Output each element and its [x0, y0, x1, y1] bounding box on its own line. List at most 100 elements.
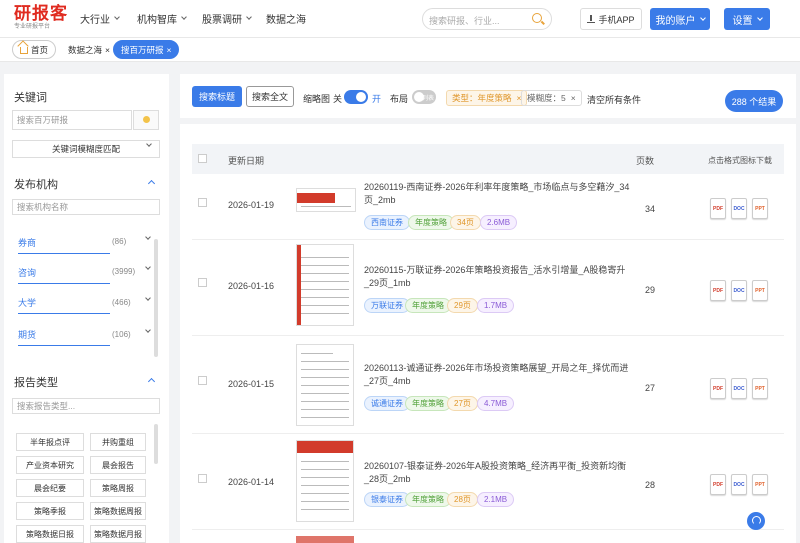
clear-filters-link[interactable]: 清空所有条件	[587, 93, 641, 106]
keyword-title: 关键词	[14, 92, 47, 104]
ppt-icon[interactable]: PPT	[752, 280, 768, 301]
report-thumbnail[interactable]	[296, 440, 354, 522]
row-checkbox[interactable]	[198, 198, 207, 207]
account-button[interactable]: 我的账户	[650, 8, 710, 30]
report-thumbnail[interactable]	[296, 244, 354, 326]
type-scrollbar[interactable]	[154, 424, 158, 464]
type-item[interactable]: 并购重组	[90, 433, 146, 451]
tab-data-sea[interactable]: 数据之海 ×	[60, 40, 118, 59]
chevron-down-icon[interactable]	[145, 327, 151, 333]
ppt-icon[interactable]: PPT	[752, 198, 768, 219]
layout-toggle[interactable]: 列表	[412, 90, 436, 104]
type-item[interactable]: 策略数据日报	[16, 525, 84, 543]
home-icon	[20, 47, 28, 54]
doc-icon[interactable]: DOC	[731, 474, 747, 495]
type-item[interactable]: 半年报点评	[16, 433, 84, 451]
row-checkbox[interactable]	[198, 278, 207, 287]
match-mode-select[interactable]: 关键词模糊度匹配	[12, 140, 160, 158]
nav-data-sea[interactable]: 数据之海	[266, 11, 306, 26]
mobile-app-button[interactable]: 手机APP	[580, 8, 642, 30]
doc-icon[interactable]: DOC	[731, 280, 747, 301]
type-item[interactable]: 晨会报告	[90, 456, 146, 474]
chevron-down-icon	[699, 14, 706, 21]
chevron-up-icon[interactable]	[147, 179, 156, 188]
type-item[interactable]: 策略数据周报	[90, 502, 146, 520]
search-input[interactable]: 搜索研报、行业...	[422, 8, 552, 30]
lightbulb-icon[interactable]	[133, 110, 159, 130]
table-row[interactable]: 2026-01-14 20260107-银泰证券-2026年A股投资策略_经济再…	[192, 434, 784, 530]
type-item[interactable]: 晨会纪要	[16, 479, 84, 497]
filter-bar: 搜索标题 搜索全文 缩略图 关 开 布局 列表 类型：年度策略 × 模糊度：5 × …	[180, 74, 796, 124]
pdf-icon[interactable]: PDF	[710, 474, 726, 495]
result-count-badge: 288 个结果	[725, 90, 783, 112]
report-title[interactable]: 20260107-银泰证券-2026年A股投资策略_经济再平衡_投资新均衡_28…	[364, 460, 634, 486]
chevron-down-icon	[114, 14, 120, 20]
table-row[interactable]	[192, 530, 784, 543]
chevron-down-icon[interactable]	[145, 234, 151, 240]
chevron-down-icon[interactable]	[145, 264, 151, 270]
org-item-broker[interactable]: 券商	[18, 236, 110, 254]
ppt-icon[interactable]: PPT	[752, 378, 768, 399]
chevron-up-icon[interactable]	[147, 377, 156, 386]
chevron-down-icon	[756, 14, 763, 21]
filter-sidebar: 关键词 搜索百万研报 关键词模糊度匹配 发布机构 搜索机构名称 券商 (86) …	[4, 74, 169, 543]
keyword-input[interactable]: 搜索百万研报	[12, 110, 132, 130]
org-scrollbar[interactable]	[154, 239, 158, 357]
type-item[interactable]: 产业资本研究	[16, 456, 84, 474]
type-search-input[interactable]: 搜索报告类型...	[12, 398, 160, 414]
report-title[interactable]: 20260113-诚通证券-2026年市场投资策略展望_开局之年_择优而进_27…	[364, 362, 634, 388]
chevron-down-icon[interactable]	[145, 295, 151, 301]
row-checkbox[interactable]	[198, 474, 207, 483]
fuzzy-filter-chip[interactable]: 模糊度：5 ×	[521, 90, 582, 106]
chevron-down-icon	[246, 14, 252, 20]
org-title: 发布机构	[14, 179, 58, 191]
tab-bar: 首页 数据之海 × 搜百万研报 ×	[0, 38, 800, 62]
nav-stock-research[interactable]: 股票调研	[202, 11, 252, 26]
close-icon[interactable]: ×	[105, 45, 110, 55]
type-filter-chip[interactable]: 类型：年度策略 ×	[446, 90, 528, 106]
org-item-consult[interactable]: 咨询	[18, 266, 110, 284]
report-title[interactable]: 20260115-万联证券-2026年策略投资报告_活水引增量_A股稳寄升_29…	[364, 264, 634, 290]
type-item[interactable]: 策略周报	[90, 479, 146, 497]
customer-service-icon[interactable]	[747, 512, 765, 530]
close-icon[interactable]: ×	[167, 45, 172, 55]
table-row[interactable]: 2026-01-19 20260119-西南证券-2026年利率年度策略_市场临…	[192, 174, 784, 240]
nav-industry[interactable]: 大行业	[80, 11, 120, 26]
top-header: 研报客 专业研报平台 大行业 机构智库 股票调研 数据之海 搜索研报、行业...…	[0, 0, 800, 38]
doc-icon[interactable]: DOC	[731, 378, 747, 399]
download-icon	[587, 15, 596, 23]
search-fulltext-button[interactable]: 搜索全文	[246, 86, 294, 107]
report-thumbnail[interactable]	[296, 536, 354, 543]
org-item-university[interactable]: 大学	[18, 296, 110, 314]
chevron-down-icon	[181, 14, 187, 20]
nav-institution[interactable]: 机构智库	[137, 11, 187, 26]
close-icon[interactable]: ×	[571, 93, 576, 103]
chevron-down-icon	[146, 141, 152, 147]
logo[interactable]: 研报客 专业研报平台	[14, 4, 68, 31]
tab-home[interactable]: 首页	[12, 40, 57, 59]
pdf-icon[interactable]: PDF	[710, 198, 726, 219]
table-row[interactable]: 2026-01-15 20260113-诚通证券-2026年市场投资策略展望_开…	[192, 336, 784, 434]
report-thumbnail[interactable]	[296, 188, 356, 212]
settings-button[interactable]: 设置	[724, 8, 770, 30]
org-search-input[interactable]: 搜索机构名称	[12, 199, 160, 215]
thumbnail-toggle[interactable]	[344, 90, 368, 104]
results-panel: 搜索标题 搜索全文 缩略图 关 开 布局 列表 类型：年度策略 × 模糊度：5 × …	[180, 74, 796, 543]
ppt-icon[interactable]: PPT	[752, 474, 768, 495]
org-item-futures[interactable]: 期货	[18, 328, 110, 346]
search-icon[interactable]	[532, 13, 542, 23]
type-item[interactable]: 策略季报	[16, 502, 84, 520]
row-checkbox[interactable]	[198, 376, 207, 385]
report-thumbnail[interactable]	[296, 344, 354, 426]
table-header: 更新日期 页数 点击格式图标下载	[192, 144, 784, 174]
pdf-icon[interactable]: PDF	[710, 378, 726, 399]
doc-icon[interactable]: DOC	[731, 198, 747, 219]
select-all-checkbox[interactable]	[198, 154, 207, 163]
report-title[interactable]: 20260119-西南证券-2026年利率年度策略_市场临点与多空藉汐_34页_…	[364, 181, 634, 207]
table-row[interactable]: 2026-01-16 20260115-万联证券-2026年策略投资报告_活水引…	[192, 240, 784, 336]
type-item[interactable]: 策略数据月报	[90, 525, 146, 543]
pdf-icon[interactable]: PDF	[710, 280, 726, 301]
type-title: 报告类型	[14, 377, 58, 389]
tab-search-reports[interactable]: 搜百万研报 ×	[113, 40, 180, 59]
search-title-button[interactable]: 搜索标题	[192, 86, 242, 107]
